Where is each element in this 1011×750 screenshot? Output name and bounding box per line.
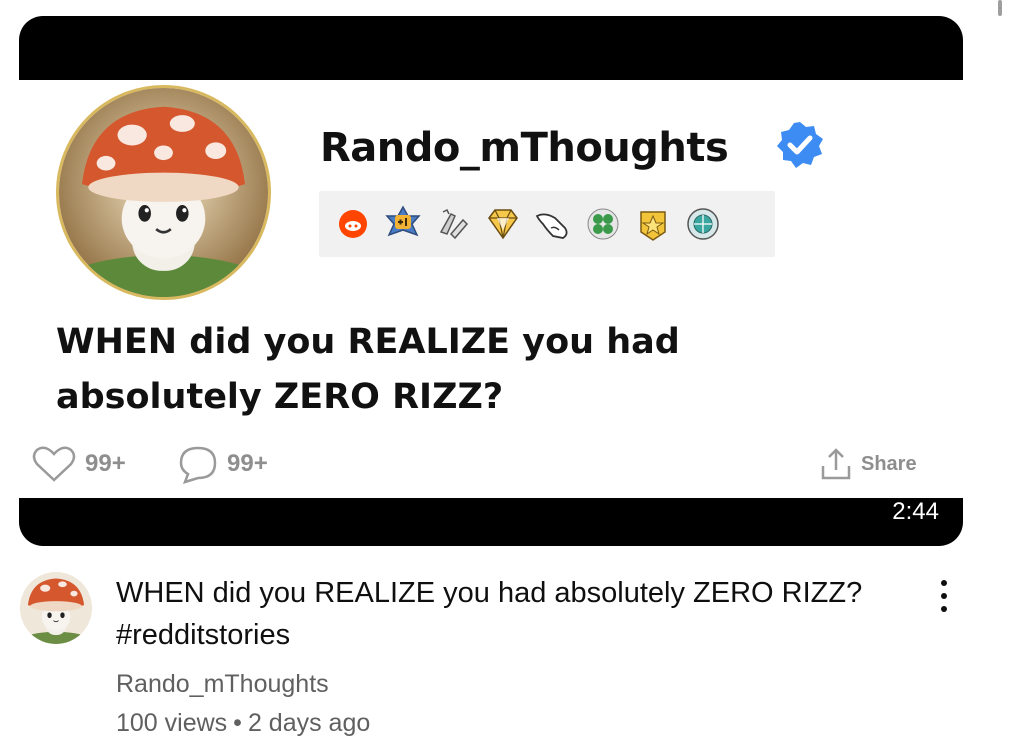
view-count: 100 views bbox=[116, 709, 228, 737]
star-award-icon bbox=[640, 211, 666, 241]
more-options-button[interactable] bbox=[928, 576, 960, 616]
video-duration: 2:44 bbox=[892, 498, 939, 525]
channel-name[interactable]: Rando_mThoughts bbox=[116, 670, 329, 699]
author-avatar-large bbox=[56, 85, 271, 300]
menu-dot bbox=[941, 593, 947, 599]
comments-count: 99+ bbox=[227, 450, 268, 477]
thumbnail-post-card: Rando_mThoughts WHEN did you REALIZE you… bbox=[19, 80, 963, 498]
upload-age: 2 days ago bbox=[247, 709, 371, 737]
meta-separator: • bbox=[233, 709, 242, 737]
mushroom-avatar-icon bbox=[59, 88, 268, 297]
menu-dot bbox=[941, 580, 947, 586]
video-title[interactable]: WHEN did you REALIZE you had absolutely … bbox=[116, 572, 916, 656]
thumbnail-action-bar: 99+ 99+ Share bbox=[19, 444, 963, 488]
comment-bubble-icon bbox=[179, 446, 217, 484]
thumbnail-author-name: Rando_mThoughts bbox=[320, 125, 729, 171]
thumbnail-comments: 99+ bbox=[177, 444, 268, 484]
pointing-hand-icon bbox=[535, 213, 568, 239]
heart-icon bbox=[32, 446, 76, 482]
clover-award-icon bbox=[587, 208, 619, 240]
share-icon bbox=[821, 448, 851, 480]
thumbnail-likes: 99+ bbox=[31, 444, 126, 484]
verified-badge-icon bbox=[775, 120, 825, 170]
video-thumbnail[interactable]: Rando_mThoughts WHEN did you REALIZE you… bbox=[19, 16, 963, 546]
menu-dot bbox=[941, 606, 947, 612]
gem-award-icon bbox=[488, 209, 518, 240]
globe-award-icon bbox=[687, 208, 719, 240]
mushroom-avatar-icon bbox=[20, 572, 92, 644]
thumbnail-post-title: WHEN did you REALIZE you had absolutely … bbox=[56, 322, 680, 417]
likes-count: 99+ bbox=[85, 450, 126, 477]
channel-avatar[interactable] bbox=[20, 572, 92, 644]
video-metadata: 100 views • 2 days ago bbox=[116, 709, 370, 738]
plus-one-award-icon bbox=[385, 205, 421, 237]
share-label: Share bbox=[861, 452, 917, 475]
helpful-award-icon bbox=[439, 208, 469, 240]
thumbnail-share: Share bbox=[819, 446, 917, 482]
award-badges-row bbox=[319, 191, 775, 257]
scroll-indicator[interactable] bbox=[998, 0, 1002, 16]
reddit-icon bbox=[339, 210, 367, 238]
